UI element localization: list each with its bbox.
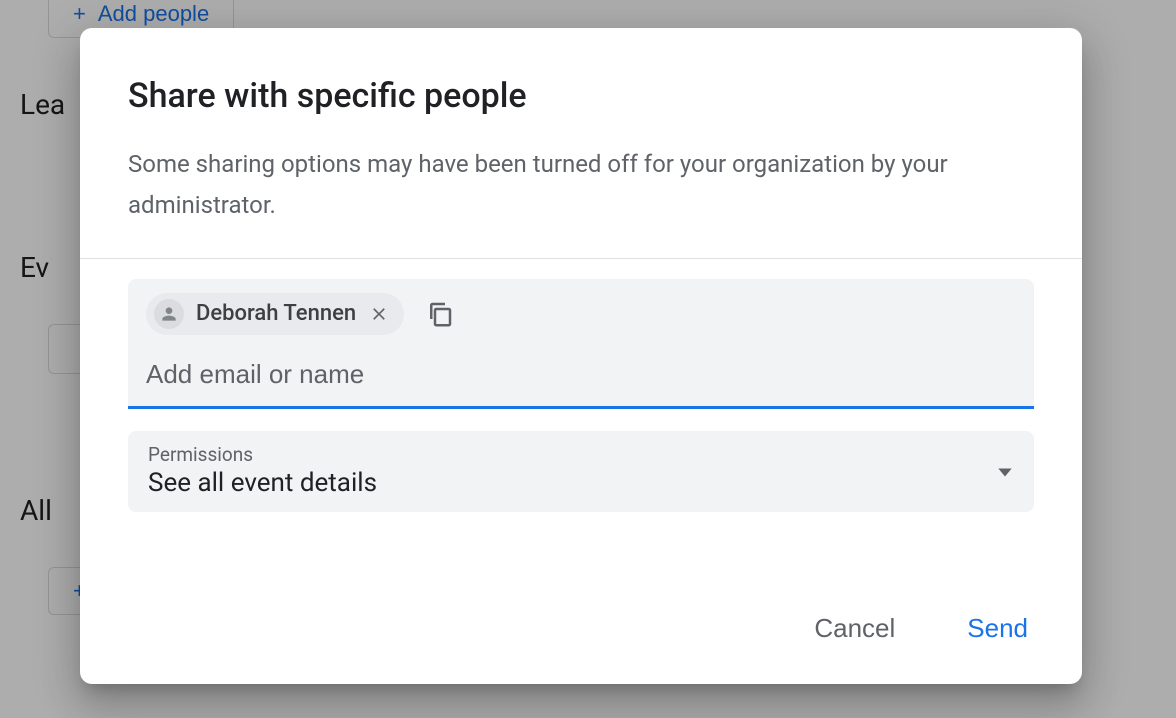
chip-name: Deborah Tennen [196,301,356,326]
modal-header: Share with specific people Some sharing … [80,28,1082,258]
person-icon [154,299,184,329]
person-chip[interactable]: Deborah Tennen [146,293,404,335]
email-input[interactable] [146,353,1016,400]
email-field[interactable]: Deborah Tennen [128,279,1034,409]
modal-title: Share with specific people [128,76,1034,116]
share-modal: Share with specific people Some sharing … [80,28,1082,684]
permissions-value: See all event details [148,468,1014,498]
modal-subtitle: Some sharing options may have been turne… [128,144,1034,226]
chip-close-icon[interactable] [368,303,390,325]
modal-footer: Cancel Send [80,575,1082,684]
permissions-dropdown[interactable]: Permissions See all event details [128,431,1034,512]
copy-icon[interactable] [422,296,458,332]
permissions-label: Permissions [148,443,1014,466]
cancel-button[interactable]: Cancel [802,605,907,652]
dropdown-arrow-icon [998,462,1012,481]
send-button[interactable]: Send [955,605,1040,652]
modal-body: Deborah Tennen Permissions See all event… [80,259,1082,575]
chip-row: Deborah Tennen [146,293,1016,335]
